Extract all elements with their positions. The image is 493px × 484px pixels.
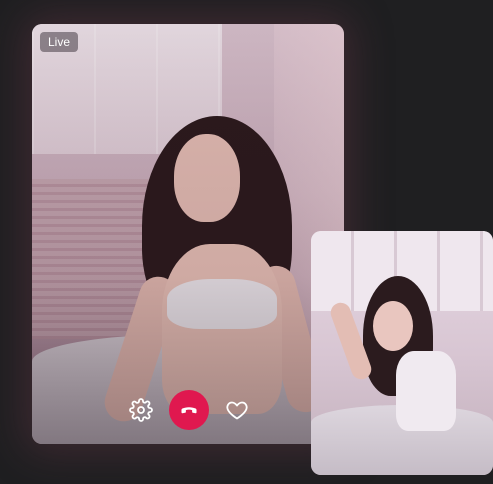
self-person-top	[396, 351, 456, 431]
end-call-button[interactable]	[169, 390, 209, 430]
live-badge: Live	[40, 32, 79, 52]
remote-video: Live	[32, 24, 344, 444]
like-button[interactable]	[224, 397, 250, 423]
call-controls	[128, 390, 250, 430]
heart-icon	[226, 401, 248, 420]
phone-hangup-icon	[181, 407, 197, 414]
video-call-screen: Live	[0, 0, 493, 484]
self-video-preview[interactable]	[311, 231, 493, 475]
self-person-face	[373, 301, 413, 351]
gear-icon	[129, 398, 153, 422]
video-overlay	[32, 24, 344, 444]
settings-button[interactable]	[128, 397, 154, 423]
